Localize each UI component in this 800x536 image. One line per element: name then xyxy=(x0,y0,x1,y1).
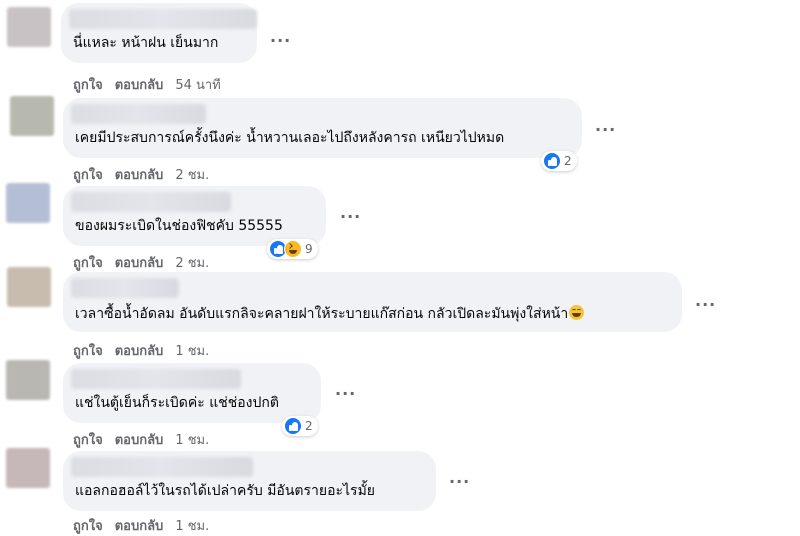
more-options-icon[interactable]: ··· xyxy=(595,122,616,138)
timestamp[interactable]: 1 ชม. xyxy=(175,344,209,359)
timestamp[interactable]: 2 ชม. xyxy=(175,168,209,183)
comment-text: ของผมระเบิดในช่องฟิชคับ 55555 xyxy=(75,218,283,234)
reaction-summary[interactable]: 2 xyxy=(282,416,318,436)
reply-link[interactable]: ตอบกลับ xyxy=(115,256,164,271)
more-options-icon[interactable]: ··· xyxy=(695,297,716,313)
comment-bubble: แช่ในตู้เย็นก็ระเบิดค่ะ แช่ช่องปกติ xyxy=(63,363,321,423)
avatar[interactable] xyxy=(6,360,50,400)
reaction-count: 2 xyxy=(305,419,313,433)
commenter-name-blurred[interactable] xyxy=(71,192,231,212)
comment-actions: ถูกใจ ตอบกลับ 2 ชม. xyxy=(73,164,209,185)
like-link[interactable]: ถูกใจ xyxy=(73,168,103,183)
commenter-name-blurred[interactable] xyxy=(71,457,253,477)
like-link[interactable]: ถูกใจ xyxy=(73,433,103,448)
reaction-count: 2 xyxy=(564,154,572,168)
comment-bubble: นี่แหละ หน้าฝน เย็นมาก xyxy=(61,3,257,63)
like-icon xyxy=(284,417,302,435)
more-options-icon[interactable]: ··· xyxy=(335,386,356,402)
avatar[interactable] xyxy=(10,96,54,136)
comment-actions: ถูกใจ ตอบกลับ 1 ชม. xyxy=(73,429,209,450)
comment-actions: ถูกใจ ตอบกลับ 54 นาที xyxy=(73,74,221,95)
reaction-summary[interactable]: 9 xyxy=(267,239,318,259)
commenter-name-blurred[interactable] xyxy=(69,9,257,29)
comment-text: แอลกอฮอล์ไว้ในรถได้เปล่าครับ มีอันตรายอะ… xyxy=(75,483,376,499)
avatar[interactable] xyxy=(6,183,50,223)
like-link[interactable]: ถูกใจ xyxy=(73,78,103,93)
avatar[interactable] xyxy=(6,448,50,488)
reply-link[interactable]: ตอบกลับ xyxy=(115,433,164,448)
commenter-name-blurred[interactable] xyxy=(71,104,206,124)
more-options-icon[interactable]: ··· xyxy=(270,33,291,49)
reaction-count: 9 xyxy=(305,242,313,256)
avatar[interactable] xyxy=(7,267,51,307)
reply-link[interactable]: ตอบกลับ xyxy=(115,344,164,359)
comment-bubble: แอลกอฮอล์ไว้ในรถได้เปล่าครับ มีอันตรายอะ… xyxy=(63,451,436,511)
comment-text: เวลาซื้อน้ำอัดลม อันดับแรกลิจะคลายฝาให้ร… xyxy=(75,303,585,323)
comment-text: นี่แหละ หน้าฝน เย็นมาก xyxy=(73,35,219,51)
grinning-sweat-emoji-icon xyxy=(569,305,585,320)
timestamp[interactable]: 2 ชม. xyxy=(175,256,209,271)
comment-actions: ถูกใจ ตอบกลับ 1 ชม. xyxy=(73,515,209,536)
comment-text: แช่ในตู้เย็นก็ระเบิดค่ะ แช่ช่องปกติ xyxy=(75,395,279,411)
timestamp[interactable]: 54 นาที xyxy=(175,78,220,93)
more-options-icon[interactable]: ··· xyxy=(449,474,470,490)
comment-actions: ถูกใจ ตอบกลับ 2 ชม. xyxy=(73,252,209,273)
commenter-name-blurred[interactable] xyxy=(71,369,241,389)
comment-bubble: เวลาซื้อน้ำอัดลม อันดับแรกลิจะคลายฝาให้ร… xyxy=(63,272,682,332)
avatar[interactable] xyxy=(7,7,51,47)
like-icon xyxy=(543,152,561,170)
like-link[interactable]: ถูกใจ xyxy=(73,256,103,271)
reaction-summary[interactable]: 2 xyxy=(541,151,577,171)
more-options-icon[interactable]: ··· xyxy=(340,209,361,225)
like-link[interactable]: ถูกใจ xyxy=(73,344,103,359)
comment-bubble: ของผมระเบิดในช่องฟิชคับ 55555 xyxy=(63,186,326,246)
commenter-name-blurred[interactable] xyxy=(71,278,179,298)
comment-actions: ถูกใจ ตอบกลับ 1 ชม. xyxy=(73,340,209,361)
comment-bubble: เคยมีประสบการณ์ครั้งนึงค่ะ น้ำหวานเลอะไป… xyxy=(63,98,582,158)
reply-link[interactable]: ตอบกลับ xyxy=(115,78,164,93)
comment-text-content: เวลาซื้อน้ำอัดลม อันดับแรกลิจะคลายฝาให้ร… xyxy=(75,306,569,322)
timestamp[interactable]: 1 ชม. xyxy=(175,433,209,448)
reply-link[interactable]: ตอบกลับ xyxy=(115,168,164,183)
haha-icon xyxy=(284,240,302,258)
comment-text: เคยมีประสบการณ์ครั้งนึงค่ะ น้ำหวานเลอะไป… xyxy=(75,130,505,146)
